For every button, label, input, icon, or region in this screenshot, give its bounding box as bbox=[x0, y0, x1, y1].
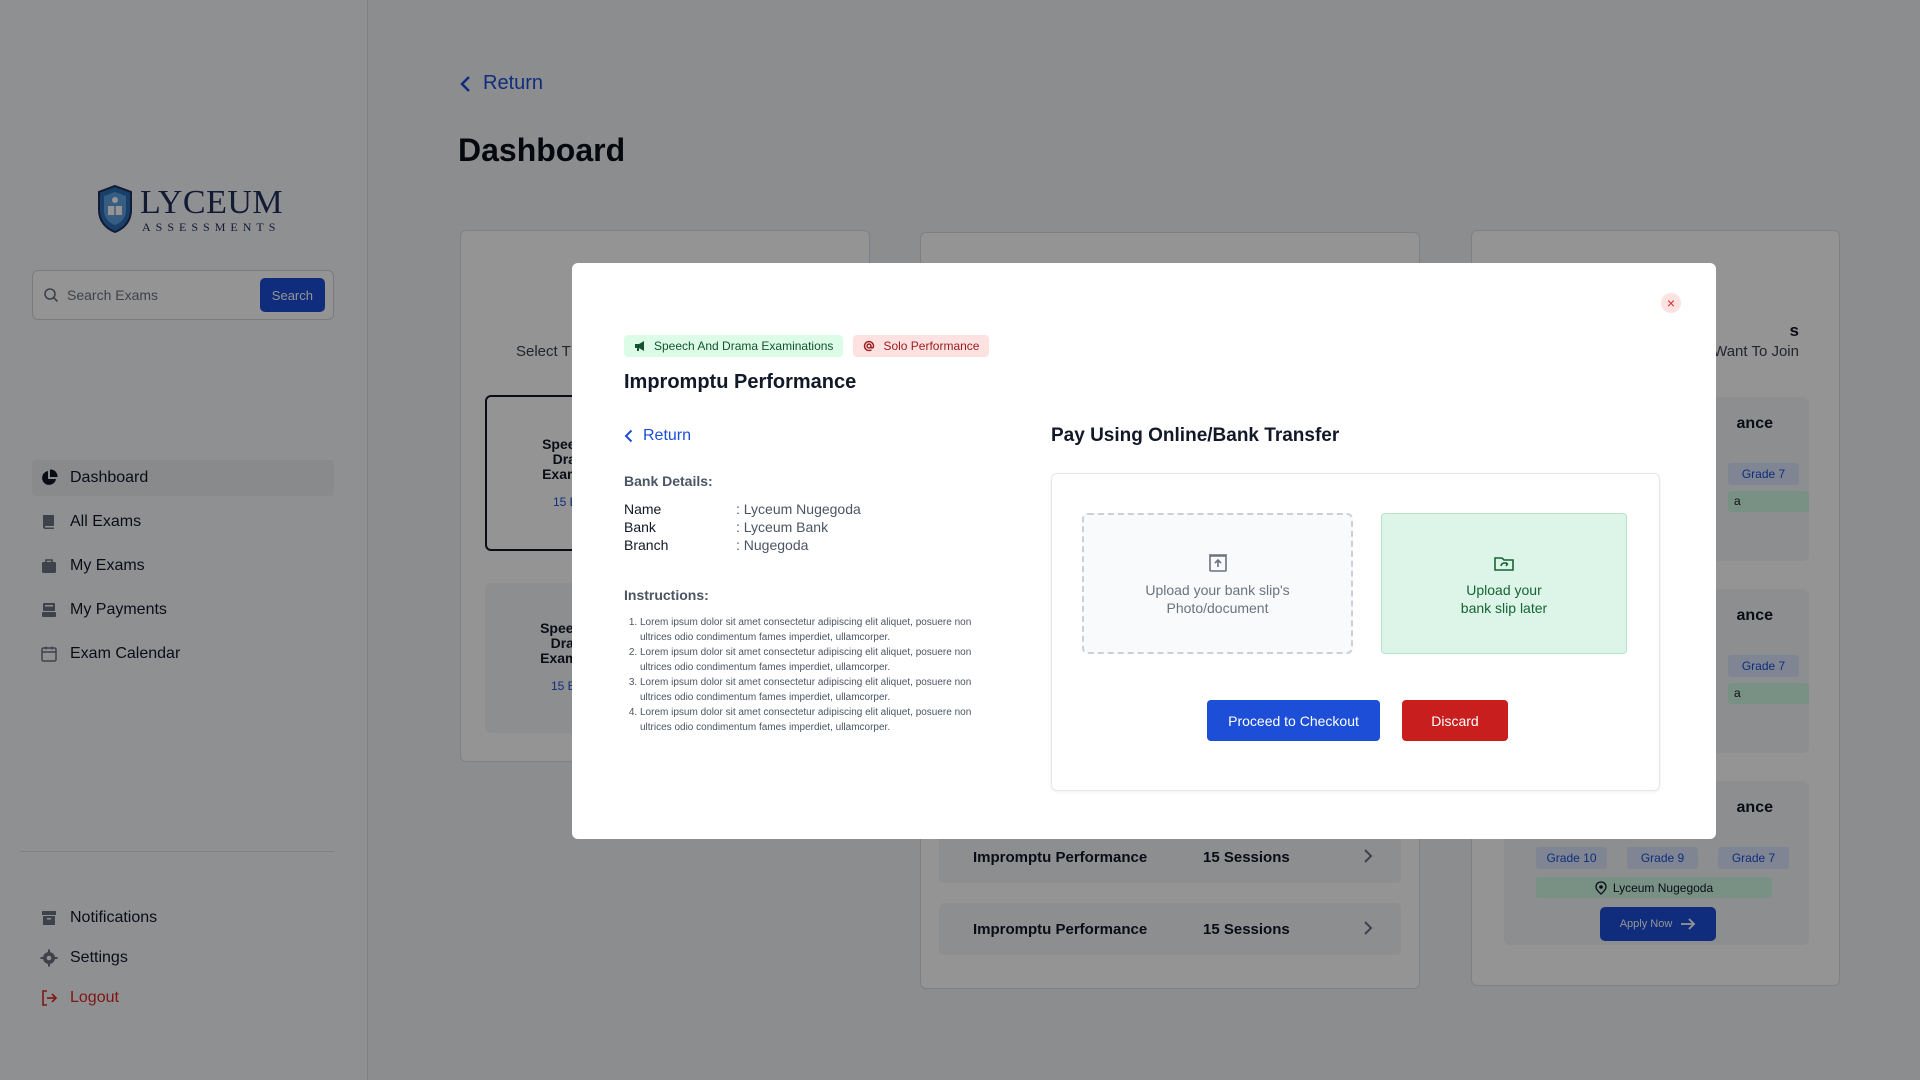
category-tag: Speech And Drama Examinations bbox=[624, 335, 844, 357]
megaphone-icon bbox=[635, 341, 644, 351]
discard-button[interactable]: Discard bbox=[1402, 700, 1508, 741]
bank-details: Name : Lyceum Nugegoda Bank : Lyceum Ban… bbox=[624, 501, 861, 555]
bank-row-branch: Branch : Nugegoda bbox=[624, 537, 861, 555]
modal-return-label: Return bbox=[643, 427, 692, 444]
folder-sync-icon bbox=[1494, 556, 1514, 571]
upload-later-line2: bank slip later bbox=[1460, 599, 1548, 616]
exam-tags: Speech And Drama Examinations Solo Perfo… bbox=[624, 335, 990, 357]
modal-return-link[interactable]: Return bbox=[624, 427, 691, 445]
bank-value: : Lyceum Bank bbox=[736, 519, 829, 535]
upload-now-line2: Photo/document bbox=[1166, 599, 1269, 616]
bank-details-heading: Bank Details: bbox=[624, 473, 713, 489]
upload-later-line1: Upload your bbox=[1466, 581, 1542, 598]
bank-value: : Lyceum Nugegoda bbox=[736, 501, 861, 517]
upload-later-option[interactable]: Upload your bank slip later bbox=[1381, 513, 1627, 654]
instructions-heading: Instructions: bbox=[624, 587, 709, 603]
chevron-left-icon bbox=[624, 429, 633, 443]
instruction-item: Lorem ipsum dolor sit amet consectetur a… bbox=[640, 705, 984, 735]
type-tag: Solo Performance bbox=[853, 335, 990, 357]
instruction-item: Lorem ipsum dolor sit amet consectetur a… bbox=[640, 645, 984, 675]
bank-value: : Nugegoda bbox=[736, 537, 809, 553]
instructions-list: Lorem ipsum dolor sit amet consectetur a… bbox=[624, 615, 984, 735]
upload-now-line1: Upload your bank slip's bbox=[1145, 581, 1290, 598]
category-tag-label: Speech And Drama Examinations bbox=[654, 339, 834, 353]
bank-key: Name bbox=[624, 501, 662, 517]
bank-row-bank: Bank : Lyceum Bank bbox=[624, 519, 861, 537]
payment-heading: Pay Using Online/Bank Transfer bbox=[1051, 425, 1340, 446]
bank-key: Branch bbox=[624, 537, 669, 553]
proceed-to-checkout-button[interactable]: Proceed to Checkout bbox=[1207, 700, 1380, 741]
upload-slip-dropzone[interactable]: Upload your bank slip's Photo/document bbox=[1082, 513, 1353, 654]
bank-key: Bank bbox=[624, 519, 656, 535]
modal-title: Impromptu Performance bbox=[624, 371, 857, 393]
instruction-item: Lorem ipsum dolor sit amet consectetur a… bbox=[640, 675, 984, 705]
upload-icon bbox=[1208, 553, 1227, 572]
close-button[interactable]: × bbox=[1661, 293, 1681, 313]
instruction-item: Lorem ipsum dolor sit amet consectetur a… bbox=[640, 615, 984, 645]
bank-row-name: Name : Lyceum Nugegoda bbox=[624, 501, 861, 519]
payment-panel: Upload your bank slip's Photo/document U… bbox=[1051, 473, 1660, 791]
at-sign-icon bbox=[864, 340, 875, 352]
type-tag-label: Solo Performance bbox=[883, 339, 980, 353]
payment-modal: × Speech And Drama Examinations Solo Per… bbox=[572, 263, 1716, 839]
